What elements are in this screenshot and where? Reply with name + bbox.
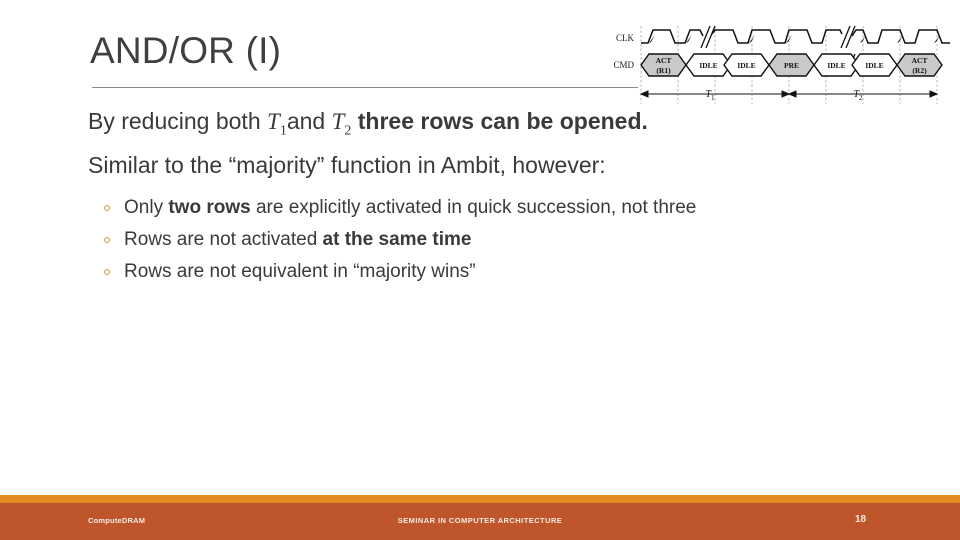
bullet-2-seg-2: at the same time <box>322 229 472 251</box>
list-item: Only two rows are explicitly activated i… <box>102 192 788 224</box>
footer-accent-stripe <box>0 495 960 503</box>
cmd-label-top: PRE <box>784 61 799 70</box>
interval-label-t1: T1 <box>705 89 715 102</box>
bullet-2-seg-1: Rows are not activated <box>124 229 323 251</box>
slide: AND/OR (I) By reducing both T1and T2 thr… <box>0 0 960 540</box>
clk-waveform <box>641 29 950 44</box>
bullet-1-seg-1: Only <box>124 197 169 219</box>
page-number: 18 <box>855 514 867 525</box>
bullet-3-seg-1: Rows are not equivalent in “majority win… <box>124 261 476 283</box>
cmd-label-top: IDLE <box>737 61 755 70</box>
cmd-label-bottom: (R1) <box>656 66 671 75</box>
slide-body: By reducing both T1and T2 three rows can… <box>88 106 788 288</box>
bullet-circle-icon <box>104 205 110 212</box>
cmd-label-top: IDLE <box>865 61 883 70</box>
lead-line-2-text: Similar to the “majority” function in Am… <box>88 152 606 179</box>
lead-seg-and: and <box>286 108 332 134</box>
lead-line-1: By reducing both T1and T2 three rows can… <box>88 106 788 141</box>
bullet-circle-icon <box>104 237 110 244</box>
interval-arrows <box>639 90 939 98</box>
cmd-label-top: IDLE <box>827 61 845 70</box>
bullet-1-seg-3: are explicitly activated in quick succes… <box>250 197 697 219</box>
lead-line-2: Similar to the “majority” function in Am… <box>88 150 788 180</box>
clock-edge-arrows <box>649 35 940 43</box>
cmd-label-top: ACT <box>912 56 928 65</box>
bullet-list: Only two rows are explicitly activated i… <box>102 192 788 288</box>
footer-center-label: SEMINAR IN COMPUTER ARCHITECTURE <box>397 516 563 525</box>
signal-label-clk: CLK <box>616 33 635 43</box>
signal-label-cmd: CMD <box>613 60 634 70</box>
lead-seg-1: By reducing both <box>88 108 268 134</box>
page-title: AND/OR (I) <box>90 30 282 71</box>
dram-timing-diagram: CLK CMD ACT (R1) IDLE IDLE PRE IDLE IDLE… <box>600 18 950 110</box>
list-item: Rows are not activated at the same time <box>102 224 788 256</box>
bullet-1-seg-2: two rows <box>168 197 251 219</box>
interval-label-t2: T2 <box>853 89 863 102</box>
cmd-label-top: ACT <box>656 56 672 65</box>
math-t2: T2 <box>331 109 352 139</box>
title-underline-rule <box>92 87 638 88</box>
bullet-circle-icon <box>104 269 110 276</box>
math-t1: T1 <box>267 109 287 139</box>
list-item: Rows are not equivalent in “majority win… <box>102 256 788 288</box>
cmd-label-bottom: (R2) <box>912 66 927 75</box>
lead-seg-bold: three rows can be opened. <box>351 108 648 134</box>
cmd-label-top: IDLE <box>699 61 717 70</box>
